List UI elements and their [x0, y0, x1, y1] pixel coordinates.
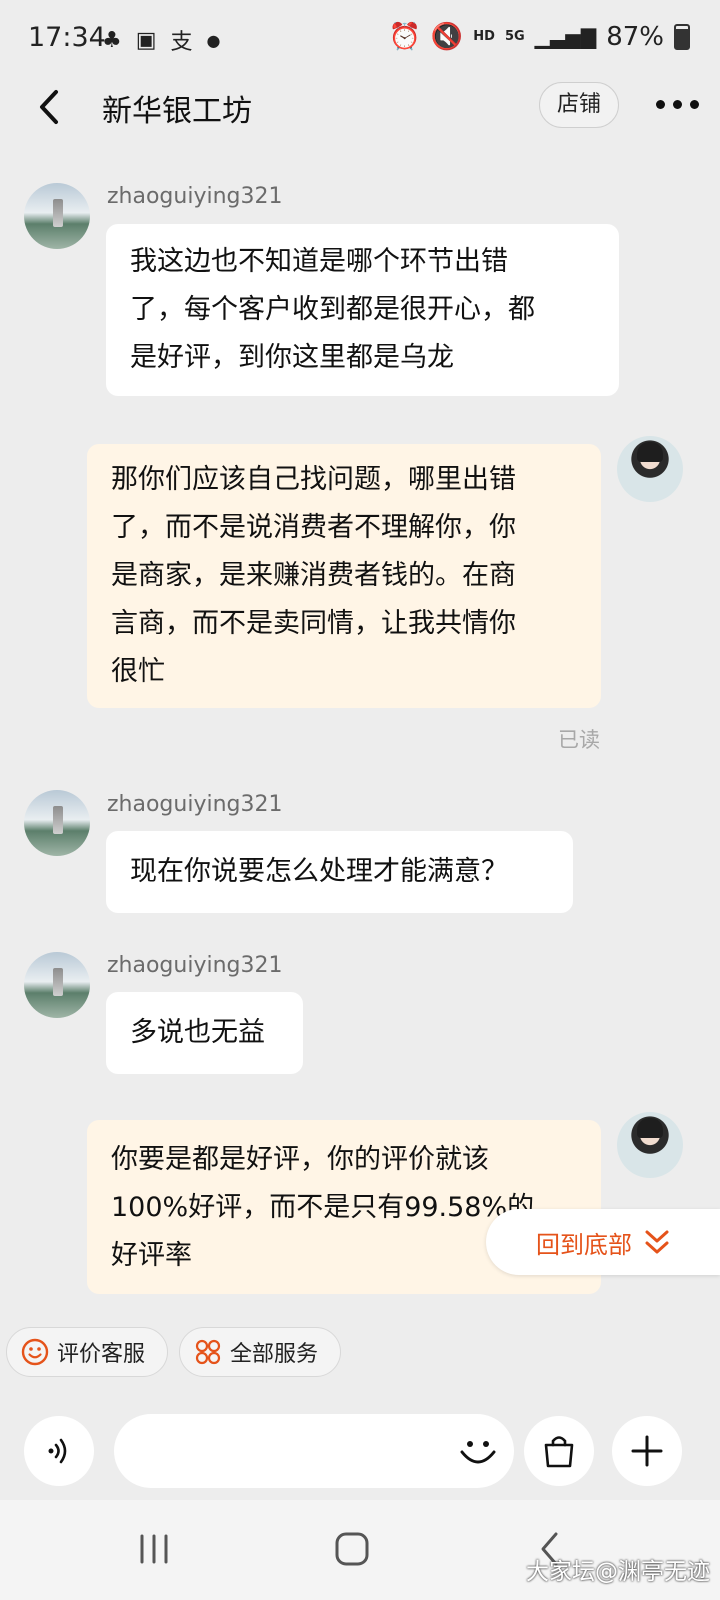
shopping-bag-button[interactable] [524, 1416, 594, 1486]
message-bubble[interactable]: 我这边也不知道是哪个环节出错 了，每个客户收到都是很开心，都 是好评，到你这里都… [106, 224, 619, 396]
avatar[interactable] [24, 952, 90, 1018]
plus-icon [631, 1435, 663, 1467]
status-time: 17:34 [28, 22, 106, 53]
status-bar: 17:34 ♣ ▣ 支 ● ⏰ 🔇 HD 5G ▁▃▅▇ 87% [0, 0, 720, 80]
message-bubble[interactable]: 现在你说要怎么处理才能满意？ [106, 831, 573, 913]
page-title: 新华银工坊 [102, 94, 252, 129]
shop-button[interactable]: 店铺 [539, 82, 619, 128]
more-dots-icon [656, 99, 665, 109]
message-line: 言商，而不是卖同情，让我共情你 [111, 608, 516, 639]
message-line: 了，而不是说消费者不理解你，你 [111, 512, 516, 543]
notification-icons: ♣ ▣ 支 ● [102, 24, 221, 56]
back-to-bottom-button[interactable]: 回到底部 [486, 1209, 720, 1275]
grid-icon [195, 1339, 221, 1365]
5g-icon: 5G [504, 29, 525, 44]
message-input[interactable] [114, 1414, 514, 1488]
message-line: 那你们应该自己找问题，哪里出错 [111, 464, 516, 495]
image-notification-icon: ▣ [135, 27, 157, 53]
battery-text: 87% [606, 22, 664, 52]
message-line: 现在你说要怎么处理才能满意？ [130, 856, 508, 887]
sender-name: zhaoguiying321 [107, 792, 283, 817]
rate-service-label: 评价客服 [57, 1342, 146, 1367]
voice-button[interactable] [24, 1416, 94, 1486]
home-icon[interactable] [334, 1530, 370, 1568]
alipay-notification-icon: 支 [170, 30, 193, 55]
message-line: 你要是都是好评，你的评价就该 [111, 1144, 489, 1175]
chat-header: 新华银工坊 店铺 [0, 80, 720, 140]
service-bar: 评价客服 全部服务 [0, 1322, 720, 1388]
voice-icon [48, 1438, 67, 1464]
avatar[interactable] [617, 1112, 683, 1178]
rate-service-button[interactable]: 评价客服 [6, 1327, 168, 1377]
all-services-button[interactable]: 全部服务 [179, 1327, 341, 1377]
message-bubble[interactable]: 那你们应该自己找问题，哪里出错 了，而不是说消费者不理解你，你 是商家，是来赚消… [87, 444, 601, 708]
message-line: 我这边也不知道是哪个环节出错 [130, 246, 508, 277]
plus-button[interactable] [612, 1416, 682, 1486]
input-row [0, 1410, 720, 1496]
more-dot [690, 99, 699, 109]
signal-icon: ▁▃▅▇ [534, 25, 597, 49]
message-line: 了，每个客户收到都是很开心，都 [130, 294, 535, 325]
sender-name: zhaoguiying321 [107, 953, 283, 978]
alarm-icon: ⏰ [388, 22, 421, 52]
sender-name: zhaoguiying321 [107, 184, 283, 209]
recent-apps-icon[interactable] [138, 1532, 170, 1566]
avatar[interactable] [617, 436, 683, 502]
system-icons: ⏰ 🔇 HD 5G ▁▃▅▇ 87% [389, 22, 690, 52]
emoji-button[interactable] [456, 1430, 500, 1474]
read-status: 已读 [558, 728, 600, 752]
back-button[interactable] [34, 82, 64, 132]
smiley-icon [21, 1338, 49, 1366]
smiley-icon [460, 1441, 496, 1464]
dot-icon: ● [206, 30, 221, 50]
battery-icon [674, 24, 690, 50]
hd-icon: HD [473, 29, 495, 44]
double-chevron-down-icon [645, 1230, 669, 1254]
more-dot [673, 99, 682, 109]
message-bubble[interactable]: 多说也无益 [106, 992, 303, 1074]
avatar[interactable] [24, 790, 90, 856]
watermark: 大家坛@渊亭无迹 [526, 1559, 710, 1585]
message-line: 是好评，到你这里都是乌龙 [130, 342, 454, 373]
all-services-label: 全部服务 [230, 1342, 319, 1367]
back-to-bottom-label: 回到底部 [536, 1230, 632, 1259]
app-notification-icon: ♣ [102, 27, 122, 53]
shopping-bag-icon [544, 1436, 574, 1468]
avatar[interactable] [24, 183, 90, 249]
chat-screen: 17:34 ♣ ▣ 支 ● ⏰ 🔇 HD 5G ▁▃▅▇ 87% 新华银工坊 店… [0, 0, 720, 1600]
more-button[interactable] [656, 84, 700, 124]
mute-icon: 🔇 [430, 22, 464, 52]
chevron-left-icon [40, 90, 58, 124]
message-line: 是商家，是来赚消费者钱的。在商 [111, 560, 516, 591]
message-line: 很忙 [111, 656, 165, 687]
message-line: 多说也无益 [130, 1017, 265, 1048]
